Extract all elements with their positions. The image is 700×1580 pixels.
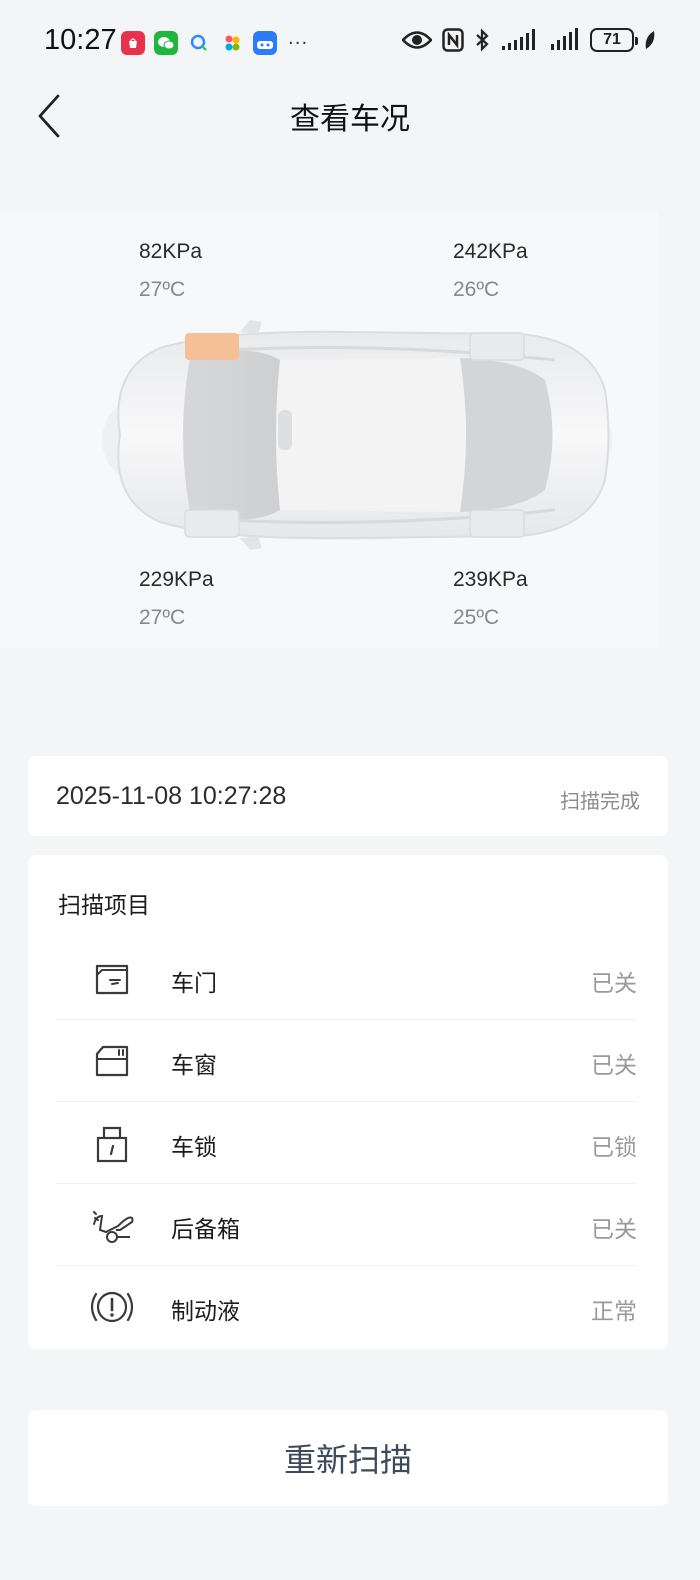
tire-status-panel: 82KPa 27ºC 242KPa 26ºC 229KPa 27ºC 239KP… — [0, 212, 658, 648]
eye-icon — [402, 31, 432, 49]
nfc-icon — [442, 28, 464, 52]
item-label: 车门 — [171, 971, 217, 997]
bluetooth-icon — [476, 28, 489, 52]
item-label: 制动液 — [171, 1299, 240, 1325]
item-status: 已锁 — [591, 1135, 637, 1161]
color-app-icon — [220, 31, 244, 55]
item-status: 已关 — [591, 1217, 637, 1243]
list-item-lock: 车锁 已锁 — [56, 1102, 637, 1184]
car-window-icon — [95, 1045, 129, 1077]
tire-pressure: 242KPa — [453, 240, 528, 263]
section-title: 扫描项目 — [58, 893, 150, 919]
item-label: 车窗 — [171, 1053, 217, 1079]
tire-rear-left: 229KPa 27ºC — [139, 568, 214, 630]
scan-items-card: 扫描项目 车门 已关 车窗 已关 车锁 已锁 后备箱 已关 制动液 正常 — [28, 855, 668, 1349]
car-door-icon — [95, 964, 129, 995]
tire-temperature: 26ºC — [453, 278, 500, 301]
wechat-icon — [154, 31, 178, 55]
auto-home-icon — [253, 31, 277, 55]
car-top-view-image — [102, 320, 612, 550]
battery-icon: 71 — [590, 28, 638, 52]
search-app-icon — [187, 31, 211, 55]
battery-level: 71 — [603, 31, 621, 48]
tire-pressure: 229KPa — [139, 568, 214, 591]
scan-datetime: 2025-11-08 10:27:28 — [56, 782, 287, 810]
status-bar: 10:27 ··· 71 — [0, 0, 700, 86]
tire-front-left: 82KPa 27ºC — [139, 240, 202, 302]
scan-status: 扫描完成 — [560, 789, 640, 813]
tire-temperature: 25ºC — [453, 606, 500, 629]
tire-temperature: 27ºC — [139, 278, 186, 301]
item-status: 正常 — [591, 1299, 637, 1325]
brake-fluid-icon — [90, 1291, 134, 1323]
signal-icon-2 — [551, 28, 578, 50]
nav-bar: 查看车况 — [0, 86, 700, 146]
list-item-brake-fluid: 制动液 正常 — [56, 1266, 637, 1348]
page-title: 查看车况 — [290, 102, 410, 137]
huawei-store-icon — [121, 31, 145, 55]
list-item-trunk: 后备箱 已关 — [56, 1184, 637, 1266]
status-time: 10:27 — [44, 24, 117, 56]
tire-marker-front-left — [185, 333, 239, 360]
system-icons: 71 — [402, 28, 656, 52]
tire-pressure: 239KPa — [453, 568, 528, 591]
trunk-icon — [93, 1211, 134, 1243]
list-item-window: 车窗 已关 — [56, 1020, 637, 1102]
item-label: 车锁 — [171, 1135, 217, 1161]
signal-icon — [502, 29, 535, 50]
tire-front-right: 242KPa 26ºC — [453, 240, 528, 302]
list-item-door: 车门 已关 — [56, 938, 637, 1020]
notification-icons: ··· — [121, 31, 308, 55]
tire-marker-front-right — [469, 332, 525, 361]
tire-marker-rear-right — [469, 509, 525, 538]
tire-temperature: 27ºC — [139, 606, 186, 629]
tire-pressure: 82KPa — [139, 240, 203, 263]
rescan-button[interactable]: 重新扫描 — [28, 1410, 668, 1506]
car-lock-icon — [96, 1126, 128, 1163]
more-dots-icon: ··· — [288, 32, 309, 54]
tire-marker-rear-left — [184, 509, 240, 538]
item-status: 已关 — [591, 971, 637, 997]
scan-info-card: 2025-11-08 10:27:28 扫描完成 — [28, 756, 668, 836]
leaf-icon — [645, 31, 655, 49]
item-label: 后备箱 — [171, 1217, 240, 1243]
tire-rear-right: 239KPa 25ºC — [453, 568, 528, 630]
item-status: 已关 — [591, 1053, 637, 1079]
